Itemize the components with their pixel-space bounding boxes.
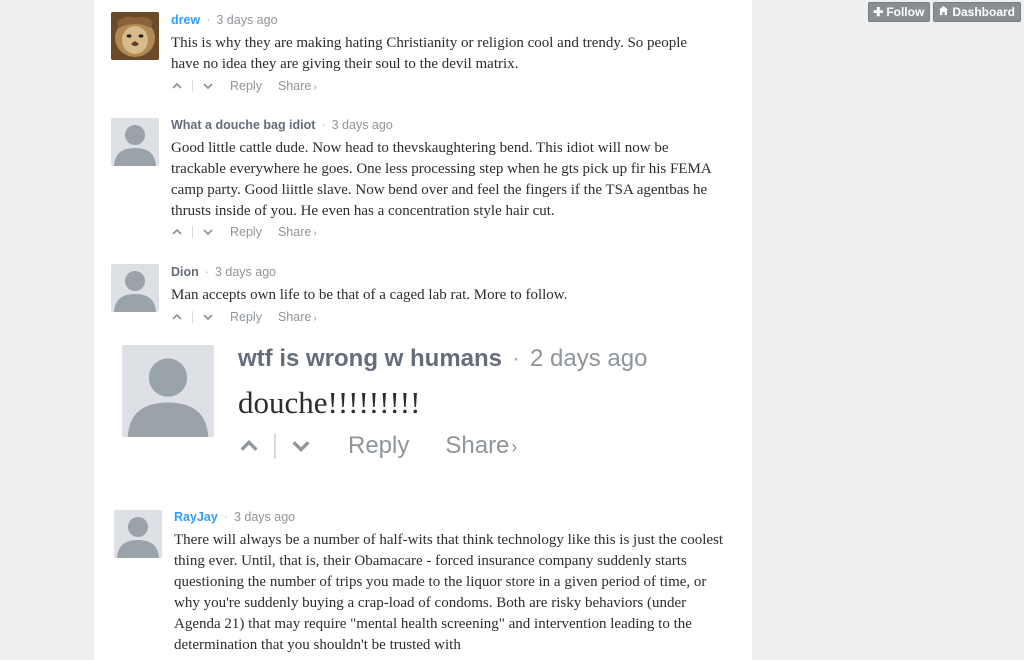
- default-avatar-icon: [122, 345, 214, 437]
- plus-icon: ✚: [873, 5, 884, 19]
- meta-separator: ·: [206, 13, 211, 27]
- dashboard-label: Dashboard: [952, 5, 1015, 19]
- share-link[interactable]: Share ›: [445, 432, 517, 460]
- comment-body: Man accepts own life to be that of a cag…: [171, 287, 568, 303]
- timestamp[interactable]: 3 days ago: [215, 265, 276, 279]
- vote-divider: [192, 226, 193, 238]
- follow-label: Follow: [886, 5, 925, 19]
- comment-meta: Dion · 3 days ago: [171, 265, 276, 279]
- reply-link[interactable]: Reply: [348, 432, 409, 460]
- chevron-right-icon: ›: [313, 228, 317, 239]
- author-name[interactable]: drew: [171, 13, 200, 27]
- comment-actions: Reply Share ›: [171, 310, 317, 324]
- follow-button[interactable]: ✚ Follow: [868, 2, 931, 22]
- downvote-icon[interactable]: [290, 435, 312, 457]
- avatar[interactable]: [111, 12, 159, 60]
- share-link[interactable]: Share ›: [278, 310, 317, 324]
- author-name[interactable]: What a douche bag idiot: [171, 118, 315, 132]
- vote-divider: [192, 311, 193, 323]
- downvote-icon[interactable]: [202, 226, 214, 238]
- comment-body: This is why they are making hating Chris…: [171, 35, 688, 72]
- comment-meta: What a douche bag idiot · 3 days ago: [171, 118, 393, 132]
- author-name[interactable]: RayJay: [174, 510, 218, 524]
- meta-separator: ·: [204, 265, 209, 279]
- upvote-icon[interactable]: [171, 226, 183, 238]
- comment-meta: drew · 3 days ago: [171, 13, 278, 27]
- upvote-icon[interactable]: [171, 80, 183, 92]
- meta-separator: ·: [223, 510, 228, 524]
- avatar[interactable]: [111, 264, 159, 312]
- chevron-right-icon: ›: [313, 82, 317, 93]
- comment-actions: Reply Share ›: [171, 79, 317, 93]
- default-avatar-icon: [111, 118, 159, 166]
- author-name[interactable]: wtf is wrong w humans: [238, 345, 502, 372]
- meta-separator: ·: [321, 118, 326, 132]
- avatar[interactable]: [122, 345, 214, 437]
- home-icon: [938, 5, 949, 19]
- comment-body: douche!!!!!!!!!: [238, 385, 421, 420]
- default-avatar-icon: [111, 264, 159, 312]
- lion-avatar-icon: [111, 12, 159, 60]
- upvote-icon[interactable]: [238, 435, 260, 457]
- share-link[interactable]: Share ›: [278, 225, 317, 239]
- default-avatar-icon: [114, 510, 162, 558]
- timestamp[interactable]: 3 days ago: [234, 510, 295, 524]
- reply-link[interactable]: Reply: [230, 225, 262, 239]
- dashboard-button[interactable]: Dashboard: [933, 2, 1021, 22]
- reply-link[interactable]: Reply: [230, 310, 262, 324]
- comment-actions: Reply Share ›: [171, 225, 317, 239]
- comment-meta: RayJay · 3 days ago: [174, 510, 295, 524]
- comment-body: Good little cattle dude. Now head to the…: [171, 140, 711, 219]
- timestamp[interactable]: 3 days ago: [216, 13, 277, 27]
- comment-body: There will always be a number of half-wi…: [174, 532, 724, 653]
- top-toolbar: ✚ Follow Dashboard: [868, 2, 1021, 22]
- vote-divider: [192, 80, 193, 92]
- upvote-icon[interactable]: [171, 311, 183, 323]
- comment-meta: wtf is wrong w humans · 2 days ago: [238, 345, 647, 373]
- share-label: Share: [445, 432, 510, 459]
- chevron-right-icon: ›: [511, 437, 518, 457]
- share-label: Share: [277, 79, 312, 93]
- meta-separator: ·: [512, 345, 521, 372]
- share-label: Share: [277, 310, 312, 324]
- reply-link[interactable]: Reply: [230, 79, 262, 93]
- downvote-icon[interactable]: [202, 311, 214, 323]
- avatar[interactable]: [114, 510, 162, 558]
- timestamp[interactable]: 3 days ago: [332, 118, 393, 132]
- share-link[interactable]: Share ›: [278, 79, 317, 93]
- vote-divider: [274, 433, 276, 459]
- downvote-icon[interactable]: [202, 80, 214, 92]
- chevron-right-icon: ›: [313, 313, 317, 324]
- comment-actions: Reply Share ›: [238, 432, 517, 460]
- share-label: Share: [277, 225, 312, 239]
- author-name[interactable]: Dion: [171, 265, 199, 279]
- timestamp[interactable]: 2 days ago: [530, 345, 647, 372]
- avatar[interactable]: [111, 118, 159, 166]
